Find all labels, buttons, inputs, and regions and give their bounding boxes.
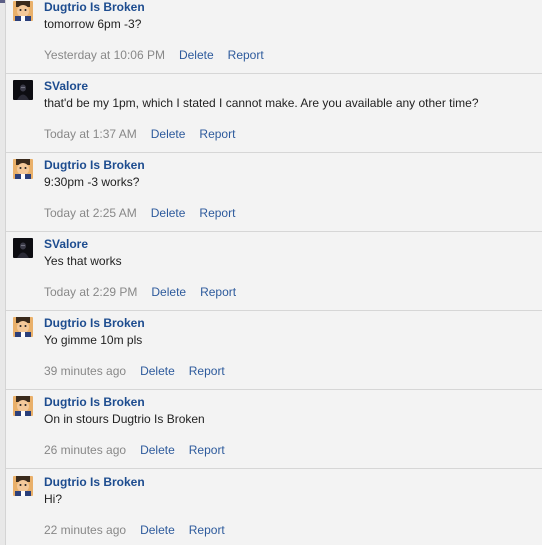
message-text: that'd be my 1pm, which I stated I canno… <box>44 96 479 110</box>
delete-link[interactable]: Delete <box>151 285 186 299</box>
message-text: Yo gimme 10m pls <box>44 333 143 347</box>
message-meta: Today at 2:25 AM Delete Report <box>44 206 235 220</box>
delete-link[interactable]: Delete <box>140 364 175 378</box>
message-author[interactable]: SValore <box>44 237 88 251</box>
message-author[interactable]: SValore <box>44 79 88 93</box>
message-author[interactable]: Dugtrio Is Broken <box>44 158 145 172</box>
message-text: Yes that works <box>44 254 122 268</box>
delete-link[interactable]: Delete <box>179 48 214 62</box>
report-link[interactable]: Report <box>189 523 225 537</box>
message-item: Dugtrio Is Broken tomorrow 6pm -3? Yeste… <box>6 0 542 74</box>
message-author[interactable]: Dugtrio Is Broken <box>44 475 145 489</box>
dark-figure-icon[interactable] <box>13 238 33 258</box>
cartoon-man-icon[interactable] <box>13 476 33 496</box>
message-text: Hi? <box>44 492 63 506</box>
message-stream[interactable]: Dugtrio Is Broken tomorrow 6pm -3? Yeste… <box>5 0 542 545</box>
message-text: On in stours Dugtrio Is Broken <box>44 412 205 426</box>
message-timestamp: Today at 1:37 AM <box>44 127 137 141</box>
message-author[interactable]: Dugtrio Is Broken <box>44 316 145 330</box>
report-link[interactable]: Report <box>228 48 264 62</box>
report-link[interactable]: Report <box>189 443 225 457</box>
message-item: Dugtrio Is Broken Yo gimme 10m pls 39 mi… <box>6 312 542 390</box>
message-timestamp: Today at 2:29 PM <box>44 285 138 299</box>
message-meta: 39 minutes ago Delete Report <box>44 364 225 378</box>
message-item: Dugtrio Is Broken On in stours Dugtrio I… <box>6 391 542 469</box>
delete-link[interactable]: Delete <box>140 523 175 537</box>
message-item: SValore that'd be my 1pm, which I stated… <box>6 75 542 153</box>
message-timestamp: 39 minutes ago <box>44 364 127 378</box>
cartoon-man-icon[interactable] <box>13 317 33 337</box>
cartoon-man-icon[interactable] <box>13 396 33 416</box>
message-item: Dugtrio Is Broken 9:30pm -3 works? Today… <box>6 154 542 232</box>
message-timestamp: 26 minutes ago <box>44 443 127 457</box>
report-link[interactable]: Report <box>199 206 235 220</box>
cartoon-man-icon[interactable] <box>13 159 33 179</box>
message-meta: Today at 1:37 AM Delete Report <box>44 127 235 141</box>
delete-link[interactable]: Delete <box>151 127 186 141</box>
delete-link[interactable]: Delete <box>140 443 175 457</box>
message-item: Dugtrio Is Broken Hi? 22 minutes ago Dele… <box>6 471 542 545</box>
message-meta: Today at 2:29 PM Delete Report <box>44 285 236 299</box>
message-thread-window: Dugtrio Is Broken tomorrow 6pm -3? Yeste… <box>0 0 542 545</box>
message-author[interactable]: Dugtrio Is Broken <box>44 0 145 14</box>
message-timestamp: Yesterday at 10:06 PM <box>44 48 165 62</box>
message-text: 9:30pm -3 works? <box>44 175 140 189</box>
message-author[interactable]: Dugtrio Is Broken <box>44 395 145 409</box>
report-link[interactable]: Report <box>200 285 236 299</box>
message-meta: 22 minutes ago Delete Report <box>44 523 225 537</box>
cartoon-man-icon[interactable] <box>13 1 33 21</box>
message-timestamp: 22 minutes ago <box>44 523 127 537</box>
message-timestamp: Today at 2:25 AM <box>44 206 137 220</box>
dark-figure-icon[interactable] <box>13 80 33 100</box>
message-text: tomorrow 6pm -3? <box>44 17 142 31</box>
report-link[interactable]: Report <box>189 364 225 378</box>
report-link[interactable]: Report <box>199 127 235 141</box>
message-meta: Yesterday at 10:06 PM Delete Report <box>44 48 264 62</box>
message-meta: 26 minutes ago Delete Report <box>44 443 225 457</box>
delete-link[interactable]: Delete <box>151 206 186 220</box>
message-item: SValore Yes that works Today at 2:29 PM D… <box>6 233 542 311</box>
